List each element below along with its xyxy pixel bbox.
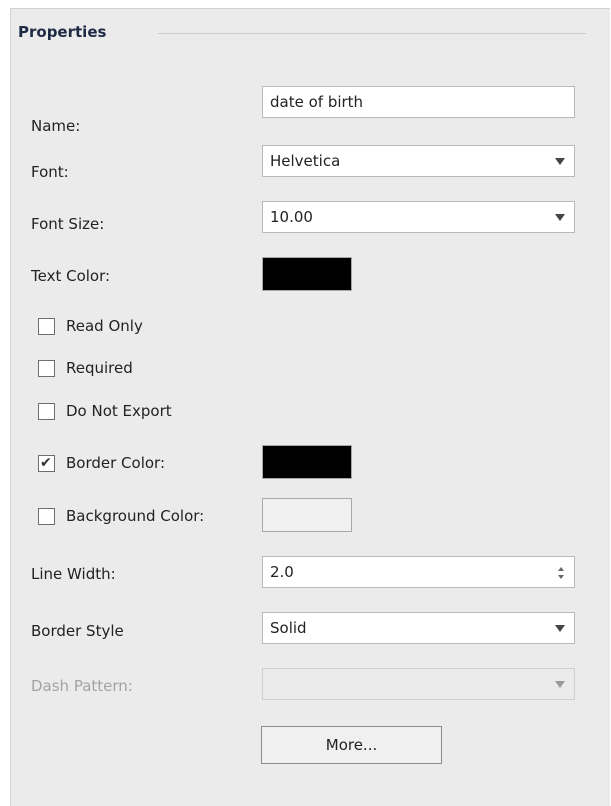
text-color-swatch[interactable] <box>262 257 352 291</box>
line-width-value: 2.0 <box>270 563 294 581</box>
font-size-label: Font Size: <box>31 215 105 233</box>
properties-group-header: Properties <box>18 23 586 45</box>
name-label: Name: <box>31 117 81 135</box>
group-divider <box>158 33 586 34</box>
name-field-value: date of birth <box>270 93 364 111</box>
background-color-label: Background Color: <box>66 507 205 525</box>
border-color-label: Border Color: <box>66 454 166 472</box>
chevron-down-icon <box>555 681 565 688</box>
line-width-spinner[interactable]: 2.0 <box>262 556 575 588</box>
dash-pattern-label: Dash Pattern: <box>31 677 133 695</box>
border-color-checkbox[interactable]: ✔ <box>38 455 55 472</box>
border-style-label: Border Style <box>31 622 124 640</box>
font-dropdown[interactable]: Helvetica <box>262 145 575 177</box>
dash-pattern-dropdown <box>262 668 575 700</box>
spinner-down-icon[interactable] <box>558 575 564 579</box>
read-only-checkbox[interactable] <box>38 318 55 335</box>
required-checkbox[interactable] <box>38 360 55 377</box>
font-label: Font: <box>31 163 69 181</box>
do-not-export-checkbox[interactable] <box>38 403 55 420</box>
font-size-dropdown[interactable]: 10.00 <box>262 201 575 233</box>
font-size-dropdown-value: 10.00 <box>270 208 313 226</box>
border-color-swatch[interactable] <box>262 445 352 479</box>
do-not-export-label: Do Not Export <box>66 402 172 420</box>
chevron-down-icon <box>555 214 565 221</box>
spinner-up-icon[interactable] <box>558 567 564 571</box>
background-color-checkbox[interactable] <box>38 508 55 525</box>
more-button[interactable]: More... <box>261 726 442 764</box>
properties-group-title: Properties <box>18 23 115 41</box>
required-label: Required <box>66 359 133 377</box>
font-dropdown-value: Helvetica <box>270 152 341 170</box>
name-field[interactable]: date of birth <box>262 86 575 118</box>
read-only-label: Read Only <box>66 317 143 335</box>
chevron-down-icon <box>555 625 565 632</box>
border-style-dropdown-value: Solid <box>270 619 307 637</box>
text-color-label: Text Color: <box>31 267 111 285</box>
background-color-swatch[interactable] <box>262 498 352 532</box>
checkmark-icon: ✔ <box>40 455 52 471</box>
chevron-down-icon <box>555 158 565 165</box>
line-width-label: Line Width: <box>31 565 116 583</box>
border-style-dropdown[interactable]: Solid <box>262 612 575 644</box>
